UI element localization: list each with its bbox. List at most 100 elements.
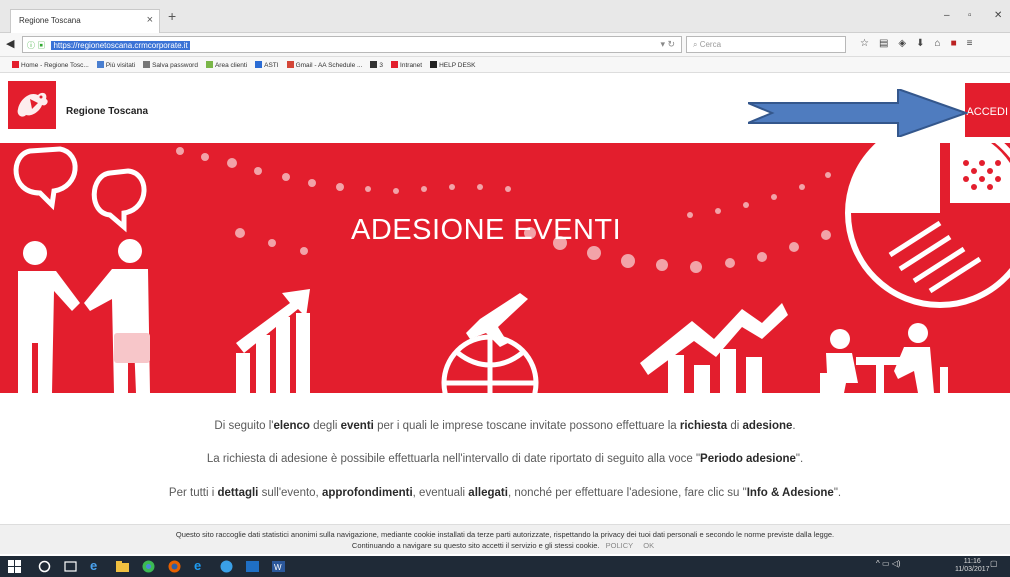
browser-window: Regione Toscana × + – ▫ ✕ ◀ ⓘ ▣ https://… [0,0,1010,577]
bookmark-label: Gmail - AA Schedule ... [295,62,363,69]
helpdesk-icon [430,61,438,68]
bookmark-label: HELP DESK [439,62,476,69]
reading-list-icon[interactable]: ▤ [879,38,898,49]
clock-date: 11/03/2017 [955,566,990,573]
bookmark-item[interactable]: Salva password [143,61,198,69]
intro-section: Di seguito l'elenco degli eventi per i q… [0,393,1010,518]
text-span: , nonché per effettuare l'adesione, fare… [507,487,747,499]
url-text: https://regionetoscana.crmcorporate.it [51,41,190,50]
bookmark-star-icon[interactable]: ☆ [860,38,879,49]
search-icon: ⌕ [693,40,700,49]
text-span: Di seguito l' [214,420,274,432]
bookmark-label: 3 [379,62,384,69]
task-view-icon[interactable] [64,560,77,573]
bookmark-item[interactable]: ASTI [255,61,279,69]
internet-explorer-icon[interactable]: e [194,558,207,573]
regione-icon [12,61,19,68]
text-span: di [727,420,743,432]
trend-chart-icon [640,303,788,393]
back-arrow-icon[interactable]: ◀ [6,37,14,50]
intro-line-2: La richiesta di adesione è possibile eff… [0,453,1010,465]
close-window-button[interactable]: ✕ [994,10,1002,21]
bold-adesione: adesione [742,420,793,432]
chrome-icon[interactable] [142,560,155,573]
taskbar-clock[interactable]: 11:16 11/03/2017 [955,558,990,574]
meeting-table-icon [820,323,948,393]
windows-taskbar: e e W ^ ▭ ◁) 11:16 11/03/2017 ▢ [0,556,1010,577]
globe-plane-icon [441,334,539,393]
file-explorer-icon[interactable] [116,560,129,573]
word-icon[interactable]: W [272,560,285,573]
bookmark-label: Più visitati [105,62,136,69]
rt-icon [391,61,399,68]
bold-approfondimenti: approfondimenti [321,487,413,499]
bookmark-item[interactable]: Gmail - AA Schedule ... [286,61,363,69]
handshake-people-icon [18,239,150,393]
bookmark-label: Area clienti [214,62,248,69]
intro-line-3: Per tutti i dettagli sull'evento, approf… [0,487,1010,499]
search-placeholder: Cerca [699,40,722,49]
accedi-login-button[interactable]: ACCEDI [965,83,1010,137]
outlook-icon[interactable] [246,560,259,573]
cookie-text-1: Questo sito raccoglie dati statistici an… [175,530,835,539]
text-span: La richiesta di adesione è possibile eff… [206,453,701,465]
address-bar[interactable]: ⓘ ▣ https://regionetoscana.crmcorporate.… [22,36,682,53]
text-span: sull'evento, [258,487,322,499]
maximize-button[interactable]: ▫ [968,10,972,21]
bookmark-label: Home - Regione Tosc... [21,62,89,69]
menu-icon[interactable]: ≡ [967,38,983,49]
notification-icon[interactable]: ▢ [990,559,998,568]
reload-icon[interactable]: ▾ ↻ [660,39,675,50]
new-tab-button[interactable]: + [168,8,176,24]
tab-bar: Regione Toscana × + – ▫ ✕ [0,0,1010,33]
page-icon [255,61,263,68]
cookie-ok-button[interactable]: OK [643,541,654,550]
system-tray-icons[interactable]: ^ ▭ ◁) [876,559,901,568]
bookmark-item[interactable]: Area clienti [205,61,248,69]
navigation-bar: ◀ ⓘ ▣ https://regionetoscana.crmcorporat… [0,33,1010,57]
minimize-button[interactable]: – [944,10,950,21]
bookmark-label: Salva password [152,62,198,69]
bold-info-adesione: Info & Adesione [746,487,834,499]
gmail-icon [286,61,294,68]
pocket-icon[interactable]: ◈ [898,38,916,49]
bookmark-item[interactable]: Più visitati [96,61,136,69]
edge-icon[interactable]: e [90,558,103,573]
search-input[interactable]: ⌕ Cerca [686,36,846,53]
text-span: ". [795,453,804,465]
bookmark-item[interactable]: 3 [370,61,383,69]
download-icon[interactable]: ⬇ [916,38,934,49]
dotted-arcs [176,147,831,273]
leaf-icon [205,61,213,68]
app-icon[interactable] [220,560,233,573]
clock-time: 11:16 [963,558,981,565]
firefox-icon[interactable] [168,560,181,573]
bookmark-item[interactable]: Home - Regione Tosc... [12,61,89,69]
search-circle-icon[interactable] [38,560,51,573]
pie-chart-icon [845,143,1010,308]
addon-icon[interactable]: ■ [951,38,967,49]
text-span: , eventuali [412,487,469,499]
bold-periodo-adesione: Periodo adesione [700,453,796,465]
annotation-arrow [748,89,968,137]
info-lock-icon[interactable]: ⓘ ▣ [27,41,45,50]
cookie-line-2: Continuando a navigare su questo sito ac… [0,540,1010,551]
growth-chart-icon [236,289,310,393]
tab-regione-toscana[interactable]: Regione Toscana × [10,9,160,33]
policy-link[interactable]: POLICY [606,541,634,550]
svg-text:W: W [274,563,282,572]
regione-toscana-logo[interactable] [8,81,56,129]
cookie-text-2: Continuando a navigare su questo sito ac… [351,541,600,550]
star-icon [96,61,104,68]
home-icon[interactable]: ⌂ [935,38,951,49]
tab-close-icon[interactable]: × [147,14,153,26]
bookmarks-bar: Home - Regione Tosc... Più visitati Salva … [0,57,1010,73]
bookmark-item[interactable]: HELP DESK [430,61,475,69]
bold-elenco: elenco [273,420,310,432]
text-span: per i quali le imprese toscane invitate … [373,420,680,432]
toolbar-icons: ☆▤◈⬇⌂■≡ [860,38,982,49]
intro-line-1: Di seguito l'elenco degli eventi per i q… [0,420,1010,432]
gear-icon [143,61,151,68]
windows-start-icon[interactable] [8,560,21,573]
bookmark-item[interactable]: Intranet [391,61,422,69]
